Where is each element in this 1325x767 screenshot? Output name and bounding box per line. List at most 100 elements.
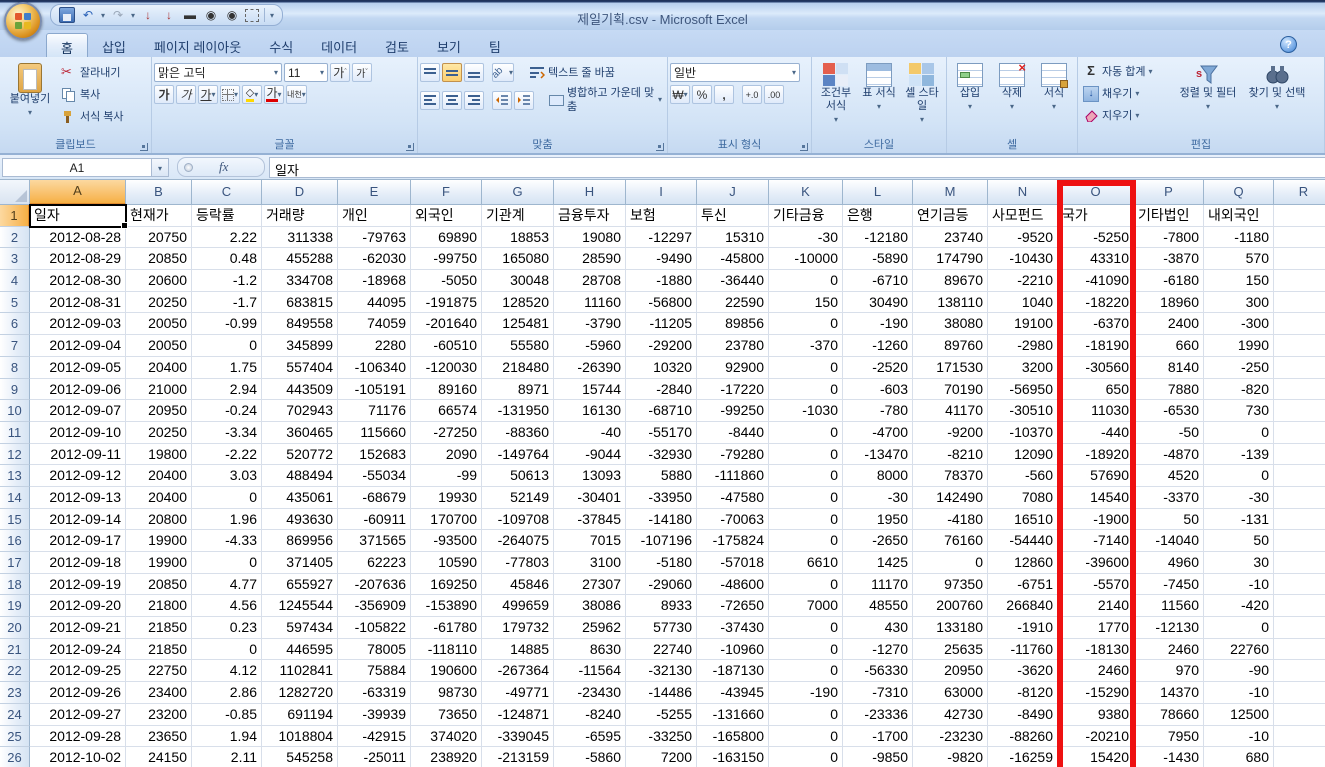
cell-G20[interactable]: 179732 — [482, 617, 554, 639]
select-all-corner[interactable] — [0, 180, 30, 205]
format-cells-button[interactable]: 서식▾ — [1033, 60, 1075, 138]
cell-E1[interactable]: 개인 — [338, 205, 411, 227]
row-header-10[interactable]: 10 — [0, 400, 30, 422]
cell-Q17[interactable]: 30 — [1204, 552, 1274, 574]
cell-D21[interactable]: 446595 — [262, 639, 338, 661]
cell-D17[interactable]: 371405 — [262, 552, 338, 574]
bold-button[interactable]: 가 — [154, 85, 174, 104]
cell-F8[interactable]: -120030 — [411, 357, 482, 379]
name-box[interactable]: A1 — [2, 158, 152, 177]
cell-C25[interactable]: 1.94 — [192, 726, 262, 748]
cell-P26[interactable]: -1430 — [1134, 747, 1204, 767]
cell-P21[interactable]: 2460 — [1134, 639, 1204, 661]
column-header-Q[interactable]: Q — [1204, 180, 1274, 205]
cell-H4[interactable]: 28708 — [554, 270, 626, 292]
cell-P1[interactable]: 기타법인 — [1134, 205, 1204, 227]
cell-R5[interactable] — [1274, 292, 1325, 314]
cell-G4[interactable]: 30048 — [482, 270, 554, 292]
cell-D22[interactable]: 1102841 — [262, 660, 338, 682]
cell-R13[interactable] — [1274, 465, 1325, 487]
cell-P15[interactable]: 50 — [1134, 509, 1204, 531]
cell-Q23[interactable]: -10 — [1204, 682, 1274, 704]
cell-D14[interactable]: 435061 — [262, 487, 338, 509]
cell-L1[interactable]: 은행 — [843, 205, 913, 227]
cell-D2[interactable]: 311338 — [262, 227, 338, 249]
cell-D11[interactable]: 360465 — [262, 422, 338, 444]
cell-G6[interactable]: 125481 — [482, 313, 554, 335]
number-dialog-launcher[interactable] — [800, 143, 808, 151]
cell-E11[interactable]: 115660 — [338, 422, 411, 444]
column-header-N[interactable]: N — [988, 180, 1058, 205]
cell-F5[interactable]: -191875 — [411, 292, 482, 314]
cell-I14[interactable]: -33950 — [626, 487, 697, 509]
cell-O25[interactable]: -20210 — [1058, 726, 1134, 748]
cell-F26[interactable]: 238920 — [411, 747, 482, 767]
cell-N17[interactable]: 12860 — [988, 552, 1058, 574]
cell-H23[interactable]: -23430 — [554, 682, 626, 704]
cell-B21[interactable]: 21850 — [126, 639, 192, 661]
cell-Q20[interactable]: 0 — [1204, 617, 1274, 639]
row-header-6[interactable]: 6 — [0, 313, 30, 335]
cell-M21[interactable]: 25635 — [913, 639, 988, 661]
cell-K19[interactable]: 7000 — [769, 595, 843, 617]
cell-L13[interactable]: 8000 — [843, 465, 913, 487]
cell-K9[interactable]: 0 — [769, 379, 843, 401]
cell-E19[interactable]: -356909 — [338, 595, 411, 617]
cell-P12[interactable]: -4870 — [1134, 444, 1204, 466]
cell-H11[interactable]: -40 — [554, 422, 626, 444]
cell-G15[interactable]: -109708 — [482, 509, 554, 531]
cell-E10[interactable]: 71176 — [338, 400, 411, 422]
cell-R16[interactable] — [1274, 530, 1325, 552]
cell-G26[interactable]: -213159 — [482, 747, 554, 767]
cell-L2[interactable]: -12180 — [843, 227, 913, 249]
cell-O23[interactable]: -15290 — [1058, 682, 1134, 704]
cell-N8[interactable]: 3200 — [988, 357, 1058, 379]
row-header-20[interactable]: 20 — [0, 617, 30, 639]
cell-C7[interactable]: 0 — [192, 335, 262, 357]
cell-K2[interactable]: -30 — [769, 227, 843, 249]
cell-D19[interactable]: 1245544 — [262, 595, 338, 617]
cell-M9[interactable]: 70190 — [913, 379, 988, 401]
find-select-button[interactable]: 찾기 및 선택▾ — [1244, 60, 1310, 138]
decrease-indent-button[interactable] — [492, 91, 512, 110]
insert-cells-button[interactable]: 삽입▾ — [949, 60, 991, 138]
cell-L15[interactable]: 1950 — [843, 509, 913, 531]
cell-M18[interactable]: 97350 — [913, 574, 988, 596]
cell-K16[interactable]: 0 — [769, 530, 843, 552]
cell-R6[interactable] — [1274, 313, 1325, 335]
help-icon[interactable]: ? — [1280, 36, 1297, 53]
cell-H19[interactable]: 38086 — [554, 595, 626, 617]
cell-L5[interactable]: 30490 — [843, 292, 913, 314]
cell-C8[interactable]: 1.75 — [192, 357, 262, 379]
cell-P19[interactable]: 11560 — [1134, 595, 1204, 617]
cell-K11[interactable]: 0 — [769, 422, 843, 444]
cell-B13[interactable]: 20400 — [126, 465, 192, 487]
cell-A12[interactable]: 2012-09-11 — [30, 444, 126, 466]
cell-A3[interactable]: 2012-08-29 — [30, 248, 126, 270]
cell-E17[interactable]: 62223 — [338, 552, 411, 574]
fill-button[interactable]: ↓ 채우기▾ — [1080, 85, 1172, 103]
cell-H8[interactable]: -26390 — [554, 357, 626, 379]
tab-home[interactable]: 홈 — [46, 33, 88, 57]
cell-G7[interactable]: 55580 — [482, 335, 554, 357]
cell-I25[interactable]: -33250 — [626, 726, 697, 748]
cell-M22[interactable]: 20950 — [913, 660, 988, 682]
cell-A23[interactable]: 2012-09-26 — [30, 682, 126, 704]
cell-L9[interactable]: -603 — [843, 379, 913, 401]
cell-O14[interactable]: 14540 — [1058, 487, 1134, 509]
cell-C2[interactable]: 2.22 — [192, 227, 262, 249]
cell-M23[interactable]: 63000 — [913, 682, 988, 704]
cell-K21[interactable]: 0 — [769, 639, 843, 661]
cell-L17[interactable]: 1425 — [843, 552, 913, 574]
row-header-21[interactable]: 21 — [0, 639, 30, 661]
align-right-button[interactable] — [464, 91, 484, 110]
fill-color-button[interactable]: ◇▾ — [242, 85, 262, 104]
cell-R14[interactable] — [1274, 487, 1325, 509]
cell-B20[interactable]: 21850 — [126, 617, 192, 639]
row-header-2[interactable]: 2 — [0, 227, 30, 249]
cell-N14[interactable]: 7080 — [988, 487, 1058, 509]
cell-H21[interactable]: 8630 — [554, 639, 626, 661]
cell-D23[interactable]: 1282720 — [262, 682, 338, 704]
cell-F25[interactable]: 374020 — [411, 726, 482, 748]
cell-E21[interactable]: 78005 — [338, 639, 411, 661]
